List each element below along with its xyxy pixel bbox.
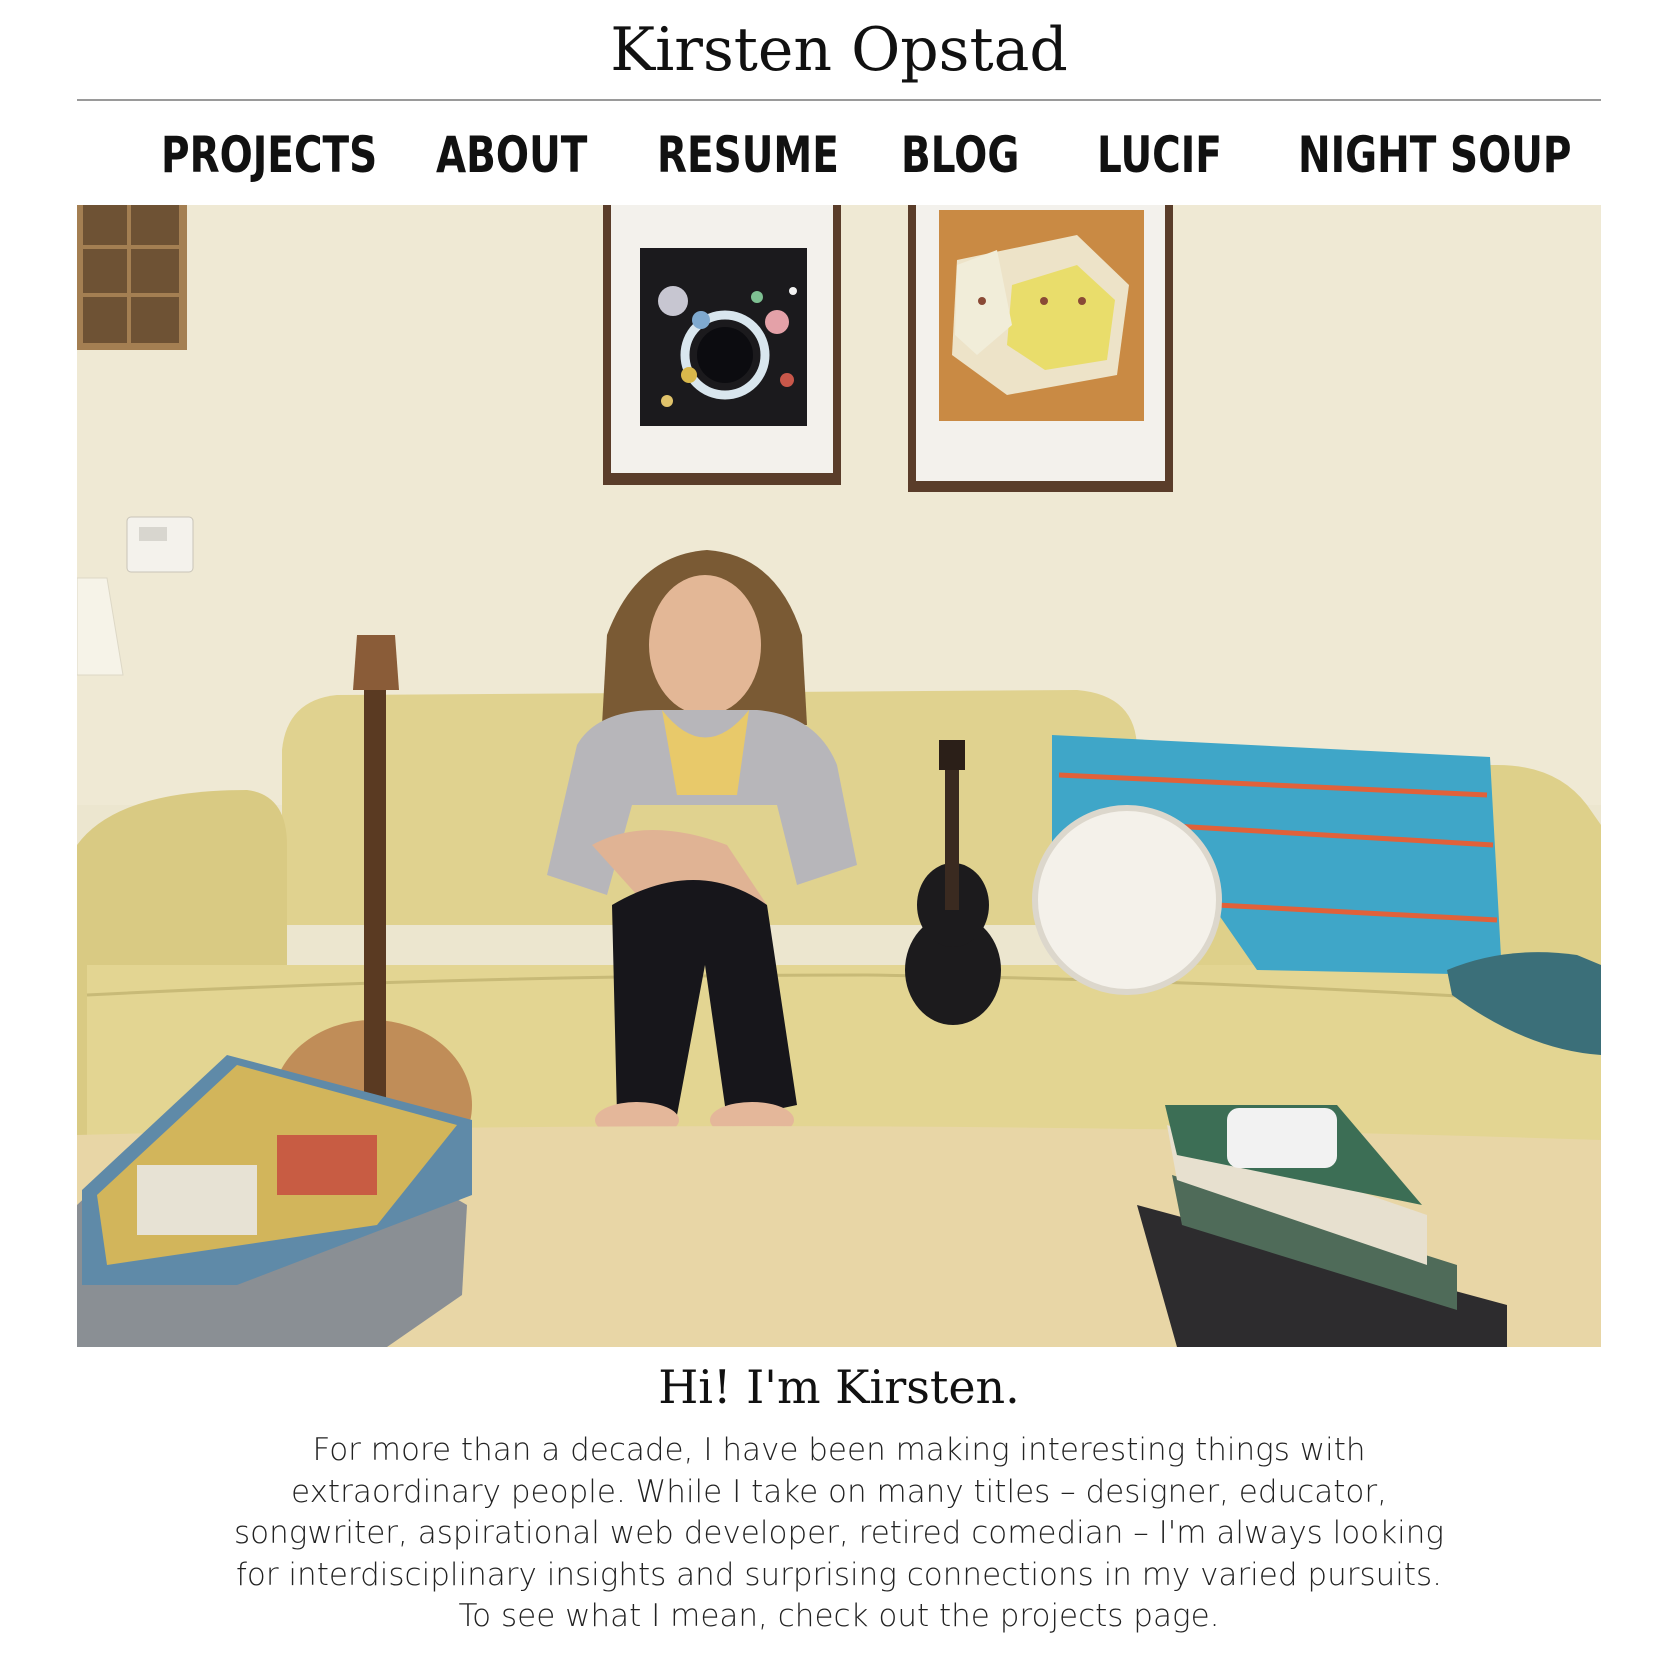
nav-resume[interactable]: RESUME [657, 124, 839, 186]
intro-paragraph: For more than a decade, I have been maki… [233, 1432, 1445, 1634]
site-title[interactable]: Kirsten Opstad [0, 14, 1678, 86]
nav-about[interactable]: ABOUT [436, 124, 587, 186]
header-divider [77, 99, 1601, 101]
nav-lucif[interactable]: LUCIF [1097, 124, 1222, 186]
wall-shelf [77, 205, 187, 350]
nav-night-soup[interactable]: NIGHT SOUP [1298, 124, 1571, 186]
intro-heading: Hi! I'm Kirsten. [658, 1360, 1020, 1414]
framed-print-circles [603, 205, 841, 485]
knit-pillow [1032, 805, 1222, 995]
main-nav: PROJECTS ABOUT RESUME BLOG LUCIF NIGHT S… [77, 114, 1601, 194]
hero-photo [77, 205, 1601, 1347]
thermostat [126, 516, 194, 573]
nav-projects[interactable]: PROJECTS [161, 124, 377, 186]
nav-blog[interactable]: BLOG [901, 124, 1019, 186]
framed-print-faces [908, 205, 1173, 492]
